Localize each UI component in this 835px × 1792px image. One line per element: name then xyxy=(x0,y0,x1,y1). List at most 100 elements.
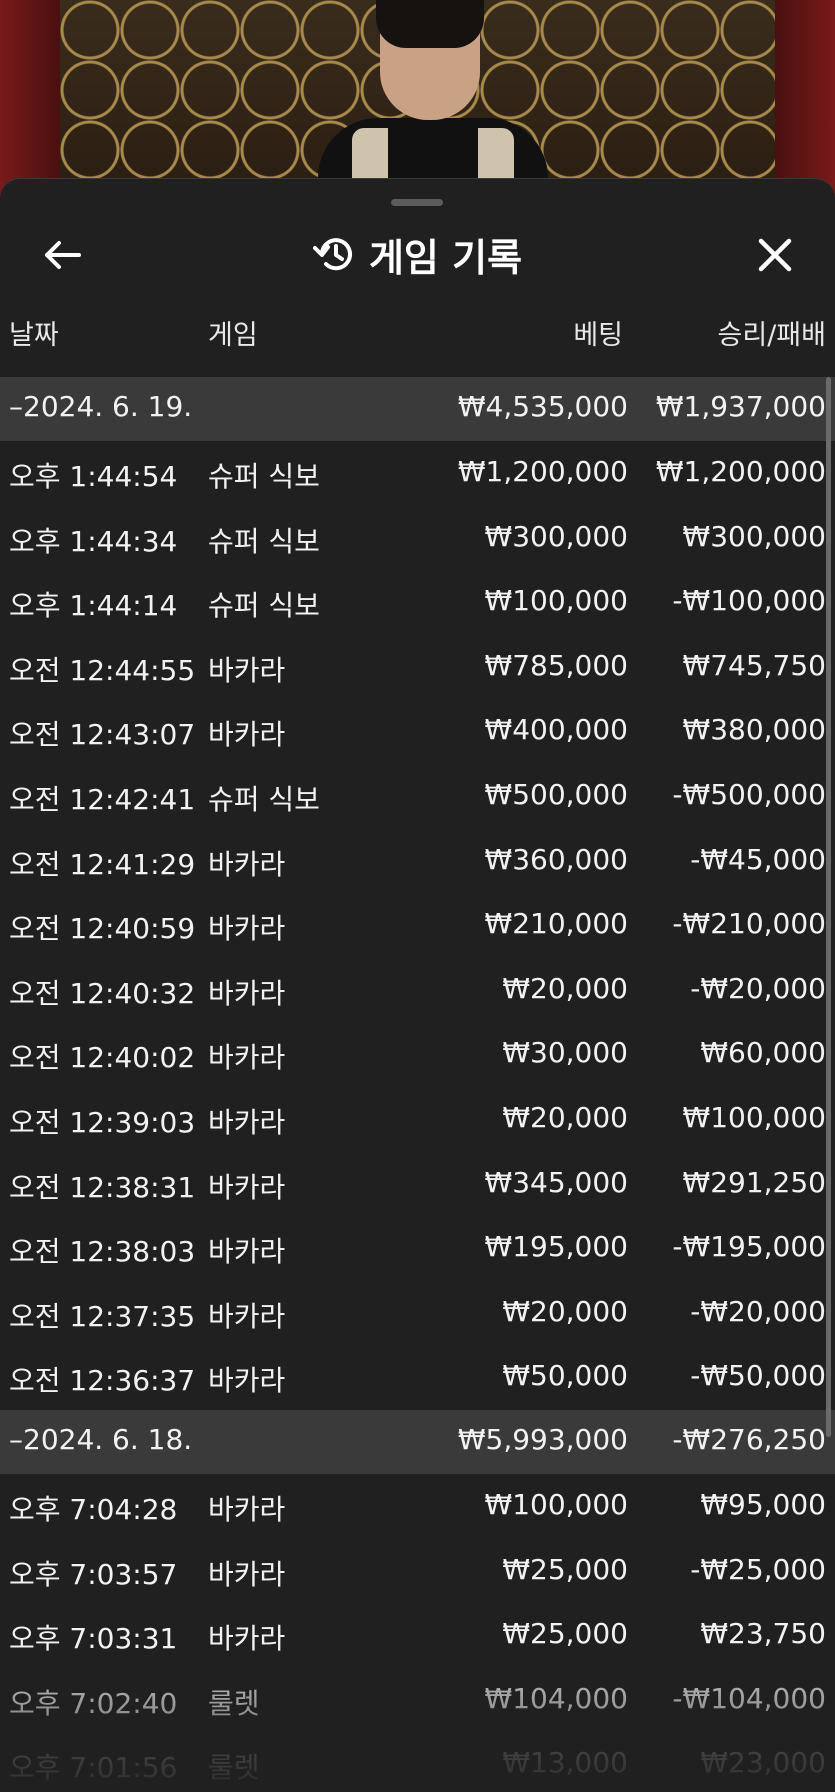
table-curtain-right xyxy=(775,0,835,200)
history-row[interactable]: 오후 7:01:56 룰렛 ₩13,000 ₩23,000 xyxy=(0,1732,835,1792)
row-time: 오후 7:04:28 xyxy=(9,1492,178,1526)
close-icon xyxy=(758,238,792,272)
row-time: 오전 12:39:03 xyxy=(9,1105,196,1139)
row-result: ₩100,000 xyxy=(682,1100,826,1134)
row-bet: ₩300,000 xyxy=(484,519,628,553)
row-game: 바카라 xyxy=(208,1105,286,1139)
row-game: 슈퍼 식보 xyxy=(208,460,320,493)
row-result: ₩60,000 xyxy=(700,1036,826,1070)
table-curtain-left xyxy=(0,0,60,200)
history-row[interactable]: 오후 7:04:28 바카라 ₩100,000 ₩95,000 xyxy=(0,1474,835,1539)
row-bet: ₩100,000 xyxy=(484,584,628,618)
column-header-bet: 베팅 xyxy=(573,320,623,351)
sheet-drag-handle[interactable] xyxy=(391,199,443,206)
row-bet: ₩1,200,000 xyxy=(457,455,628,488)
row-time: 오전 12:40:32 xyxy=(9,976,196,1010)
history-row[interactable]: 오전 12:43:07 바카라 ₩400,000 ₩380,000 xyxy=(0,699,835,764)
row-result: -₩210,000 xyxy=(672,907,826,941)
row-game: 룰렛 xyxy=(208,1751,260,1785)
row-game: 룰렛 xyxy=(208,1686,260,1720)
row-result: -₩50,000 xyxy=(690,1359,826,1393)
history-row[interactable]: 오후 7:03:57 바카라 ₩25,000 -₩25,000 xyxy=(0,1539,835,1604)
history-row[interactable]: 오전 12:38:31 바카라 ₩345,000 ₩291,250 xyxy=(0,1152,835,1217)
row-time: 오전 12:40:59 xyxy=(9,912,196,946)
row-game: 바카라 xyxy=(208,1622,286,1656)
row-bet: ₩360,000 xyxy=(484,842,628,876)
row-time: 오전 12:38:31 xyxy=(9,1170,196,1204)
row-time: 오전 12:40:02 xyxy=(9,1041,196,1075)
row-result: ₩1,200,000 xyxy=(655,455,826,488)
row-bet: ₩20,000 xyxy=(502,971,628,1005)
history-icon xyxy=(312,238,352,271)
history-list: –2024. 6. 19. ₩4,535,000 ₩1,937,000 오후 1… xyxy=(0,377,835,1792)
group-date: –2024. 6. 19. xyxy=(9,390,193,423)
row-game: 바카라 xyxy=(208,1041,286,1075)
row-bet: ₩50,000 xyxy=(502,1359,628,1393)
history-row[interactable]: 오전 12:40:32 바카라 ₩20,000 -₩20,000 xyxy=(0,958,835,1023)
history-row[interactable]: 오전 12:37:35 바카라 ₩20,000 -₩20,000 xyxy=(0,1281,835,1346)
history-row[interactable]: 오전 12:40:59 바카라 ₩210,000 -₩210,000 xyxy=(0,893,835,958)
history-row[interactable]: 오전 12:44:55 바카라 ₩785,000 ₩745,750 xyxy=(0,635,835,700)
history-row[interactable]: 오후 7:02:40 룰렛 ₩104,000 -₩104,000 xyxy=(0,1668,835,1733)
row-bet: ₩20,000 xyxy=(502,1294,628,1328)
row-time: 오전 12:38:03 xyxy=(9,1235,196,1269)
close-button[interactable] xyxy=(751,231,799,279)
row-time: 오전 12:41:29 xyxy=(9,847,196,881)
row-bet: ₩13,000 xyxy=(502,1746,628,1780)
row-bet: ₩100,000 xyxy=(484,1487,628,1521)
history-row[interactable]: 오전 12:41:29 바카라 ₩360,000 -₩45,000 xyxy=(0,829,835,894)
row-time: 오후 1:44:54 xyxy=(9,460,178,493)
history-row[interactable]: 오후 1:44:34 슈퍼 식보 ₩300,000 ₩300,000 xyxy=(0,506,835,571)
history-row[interactable]: 오전 12:42:41 슈퍼 식보 ₩500,000 -₩500,000 xyxy=(0,764,835,829)
group-total-bet: ₩5,993,000 xyxy=(457,1422,628,1456)
history-row[interactable]: 오후 7:03:31 바카라 ₩25,000 ₩23,750 xyxy=(0,1603,835,1668)
row-time: 오전 12:43:07 xyxy=(9,718,196,752)
game-history-sheet: 게임 기록 날짜 게임 베팅 승리/패배 –2024. 6. 19. ₩4,53… xyxy=(0,178,835,1792)
row-game: 바카라 xyxy=(208,718,286,752)
sheet-header: 게임 기록 xyxy=(0,219,835,289)
history-row[interactable]: 오전 12:38:03 바카라 ₩195,000 -₩195,000 xyxy=(0,1216,835,1281)
row-time: 오전 12:37:35 xyxy=(9,1299,196,1333)
group-total-bet: ₩4,535,000 xyxy=(457,390,628,423)
history-row[interactable]: 오전 12:36:37 바카라 ₩50,000 -₩50,000 xyxy=(0,1345,835,1410)
row-bet: ₩210,000 xyxy=(484,907,628,941)
row-result: ₩95,000 xyxy=(700,1487,826,1521)
row-game: 바카라 xyxy=(208,1557,286,1591)
row-bet: ₩785,000 xyxy=(484,648,628,682)
row-time: 오후 1:44:34 xyxy=(9,524,178,558)
row-result: ₩745,750 xyxy=(682,648,826,682)
history-row[interactable]: 오후 1:44:54 슈퍼 식보 ₩1,200,000 ₩1,200,000 xyxy=(0,441,835,506)
row-game: 바카라 xyxy=(208,1235,286,1269)
row-game: 바카라 xyxy=(208,847,286,881)
history-row[interactable]: 오후 1:44:14 슈퍼 식보 ₩100,000 -₩100,000 xyxy=(0,570,835,635)
row-result: -₩25,000 xyxy=(690,1552,826,1586)
date-group-header[interactable]: –2024. 6. 18. ₩5,993,000 -₩276,250 xyxy=(0,1409,835,1474)
history-row[interactable]: 오전 12:40:02 바카라 ₩30,000 ₩60,000 xyxy=(0,1022,835,1087)
row-game: 슈퍼 식보 xyxy=(208,524,320,558)
row-bet: ₩30,000 xyxy=(502,1036,628,1070)
history-row[interactable]: 오전 12:39:03 바카라 ₩20,000 ₩100,000 xyxy=(0,1087,835,1152)
column-headers: 날짜 게임 베팅 승리/패배 xyxy=(0,309,835,353)
row-game: 바카라 xyxy=(208,976,286,1010)
list-scrollbar[interactable] xyxy=(826,377,831,1437)
row-result: -₩20,000 xyxy=(690,1294,826,1328)
row-result: ₩23,000 xyxy=(700,1746,826,1780)
row-result: ₩291,250 xyxy=(682,1165,826,1199)
group-total-result: ₩1,937,000 xyxy=(655,390,826,423)
column-header-result: 승리/패배 xyxy=(717,320,826,351)
row-result: -₩100,000 xyxy=(672,584,826,618)
row-result: ₩300,000 xyxy=(682,519,826,553)
row-time: 오전 12:42:41 xyxy=(9,782,196,816)
row-result: ₩23,750 xyxy=(700,1617,826,1651)
date-group-header[interactable]: –2024. 6. 19. ₩4,535,000 ₩1,937,000 xyxy=(0,377,835,441)
row-bet: ₩104,000 xyxy=(484,1681,628,1715)
row-game: 바카라 xyxy=(208,1364,286,1398)
row-result: -₩20,000 xyxy=(690,971,826,1005)
row-bet: ₩195,000 xyxy=(484,1230,628,1264)
column-header-game: 게임 xyxy=(208,320,258,351)
row-bet: ₩20,000 xyxy=(502,1100,628,1134)
row-bet: ₩25,000 xyxy=(502,1552,628,1586)
dealer-figure xyxy=(318,0,548,200)
row-time: 오전 12:36:37 xyxy=(9,1364,196,1398)
row-time: 오후 7:01:56 xyxy=(9,1751,178,1785)
